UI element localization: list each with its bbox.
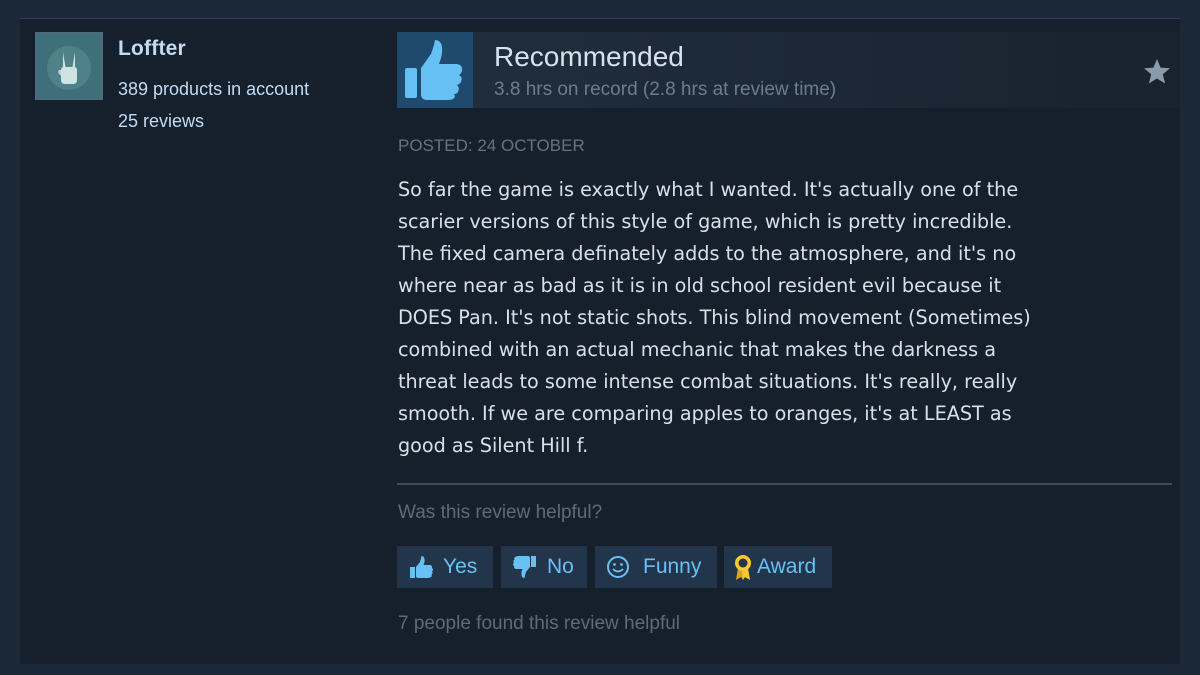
thumbs-down-small-icon [513,556,536,578]
review-line: combined with an actual mechanic that ma… [398,338,997,361]
star-icon[interactable] [1142,57,1172,87]
review-line: where near as bad as it is in old school… [398,274,1002,297]
vote-funny-label: Funny [643,555,702,578]
thumbs-up-small-icon [410,556,433,578]
author-avatar[interactable] [35,32,103,100]
thumbs-up-icon [397,32,473,108]
review-line: smooth. If we are comparing apples to or… [398,402,1012,425]
vote-yes-label: Yes [443,555,478,578]
helpful-divider [397,483,1172,485]
review-verdict[interactable]: Recommended [494,41,684,73]
review-line: So far the game is exactly what I wanted… [398,178,1019,201]
award-ribbon-icon [735,555,751,580]
award-button[interactable]: Award [724,546,832,588]
helpful-count: 7 people found this review helpful [398,613,681,634]
helpful-question: Was this review helpful? [398,502,603,523]
review-body: So far the game is exactly what I wanted… [398,174,1158,462]
vote-no-label: No [547,555,574,578]
review-line: scarier versions of this style of game, … [398,210,1013,233]
thumbs-up-badge[interactable] [397,32,473,108]
smiley-icon [607,556,629,578]
vote-no-button[interactable]: No [501,546,587,588]
peace-hand-avatar-icon [37,34,101,98]
author-products-count[interactable]: 389 products in account [118,79,309,100]
vote-funny-button[interactable]: Funny [595,546,717,588]
review-line: good as Silent Hill f. [398,434,589,457]
hours-on-record: 3.8 hrs on record (2.8 hrs at review tim… [494,79,837,100]
steam-review-page: Loffter 389 products in account 25 revie… [0,0,1200,675]
review-line: DOES Pan. It's not static shots. This bl… [398,306,1031,329]
award-label: Award [757,555,817,578]
review-line: threat leads to some intense combat situ… [398,370,1018,393]
review-line: The fixed camera definately adds to the … [398,242,1017,265]
author-reviews-count[interactable]: 25 reviews [118,111,204,132]
vote-yes-button[interactable]: Yes [397,546,493,588]
author-name[interactable]: Loffter [118,37,186,61]
posted-date: Posted: 24 October [398,136,585,155]
review-card: Loffter 389 products in account 25 revie… [20,18,1180,664]
